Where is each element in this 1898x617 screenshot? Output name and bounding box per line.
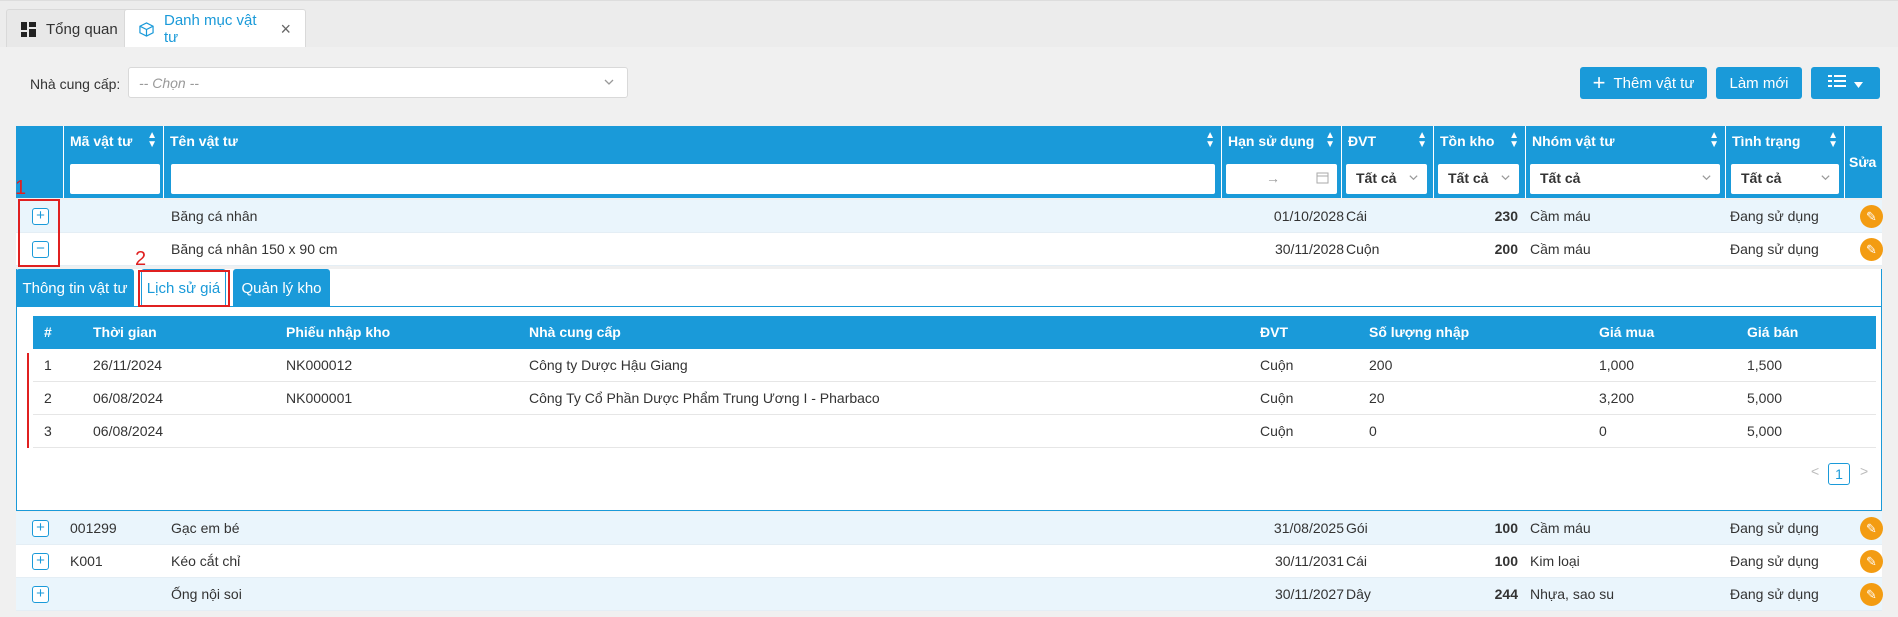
edit-pencil-icon[interactable]: ✎	[1860, 583, 1883, 606]
edit-pencil-icon[interactable]: ✎	[1860, 517, 1883, 540]
material-name: Băng cá nhân 150 x 90 cm	[171, 241, 338, 257]
sort-icon[interactable]: ▲ ▼	[1325, 131, 1335, 150]
price-history-row: 3 06/08/2024 Cuộn 0 0 5,000	[33, 415, 1876, 448]
caret-down-icon	[1854, 75, 1863, 92]
sort-icon[interactable]: ▲ ▼	[1509, 131, 1519, 150]
expand-plus-icon[interactable]: +	[32, 553, 49, 570]
dashboard-icon	[21, 21, 36, 37]
table-row[interactable]: + Ống nội soi 30/11/2027 Dây 244 Nhựa, s…	[16, 578, 1883, 611]
add-material-label: Thêm vật tư	[1613, 74, 1695, 92]
tab-bar: Tổng quan Danh mục vật tư ×	[0, 0, 1898, 48]
chevron-down-icon	[603, 75, 615, 91]
stock-filter-select[interactable]: Tất cả	[1438, 164, 1519, 194]
group-filter-select[interactable]: Tất cả	[1530, 164, 1720, 194]
calendar-icon	[1316, 171, 1329, 187]
edit-pencil-icon[interactable]: ✎	[1860, 238, 1883, 261]
box-icon	[139, 21, 154, 37]
sort-icon[interactable]: ▲ ▼	[1205, 131, 1215, 150]
supplier-select-placeholder: -- Chọn --	[139, 75, 199, 91]
expand-plus-icon[interactable]: +	[32, 520, 49, 537]
price-history-header: # Thời gian Phiếu nhập kho Nhà cung cấp …	[33, 316, 1876, 349]
edit-pencil-icon[interactable]: ✎	[1860, 550, 1883, 573]
table-row[interactable]: − Băng cá nhân 150 x 90 cm 30/11/2028 Cu…	[16, 233, 1883, 266]
tab-warehouse[interactable]: Quản lý kho	[233, 269, 330, 307]
chevron-down-icon	[1500, 170, 1511, 186]
annotation-box-2	[138, 270, 230, 307]
annotation-box-1	[18, 199, 60, 267]
chevron-down-icon	[1820, 170, 1831, 186]
sort-icon[interactable]: ▲ ▼	[147, 131, 157, 150]
status-filter-select[interactable]: Tất cả	[1731, 164, 1839, 194]
name-filter-input[interactable]	[171, 164, 1215, 194]
add-material-button[interactable]: + Thêm vật tư	[1580, 67, 1707, 99]
tab-material-info[interactable]: Thông tin vật tư	[16, 269, 134, 307]
material-name: Ống nội soi	[171, 586, 242, 602]
expiry-date-range-input[interactable]: →	[1226, 164, 1337, 194]
table-row[interactable]: + 001299 Gạc em bé 31/08/2025 Gói 100 Cầ…	[16, 512, 1883, 545]
sort-icon[interactable]: ▲ ▼	[1828, 131, 1838, 150]
pager-current-page[interactable]: 1	[1828, 463, 1850, 485]
table-row[interactable]: + Băng cá nhân 01/10/2028 Cái 230 Cầm má…	[16, 200, 1883, 233]
sort-icon[interactable]: ▲ ▼	[1417, 131, 1427, 150]
tab-overview-label: Tổng quan	[46, 20, 118, 38]
annotation-line	[27, 353, 29, 448]
edit-pencil-icon[interactable]: ✎	[1860, 205, 1883, 228]
expand-plus-icon[interactable]: +	[32, 586, 49, 603]
pager-next-icon[interactable]: >	[1860, 463, 1868, 479]
chevron-down-icon	[1701, 170, 1712, 186]
tab-material-catalog-label: Danh mục vật tư	[164, 12, 257, 46]
column-view-button[interactable]	[1811, 67, 1880, 99]
tab-overview[interactable]: Tổng quan	[6, 9, 133, 48]
price-history-row: 1 26/11/2024 NK000012 Công ty Dược Hậu G…	[33, 349, 1876, 382]
chevron-down-icon	[1408, 170, 1419, 186]
unit-filter-select[interactable]: Tất cả	[1346, 164, 1427, 194]
sort-icon[interactable]: ▲ ▼	[1709, 131, 1719, 150]
material-name: Kéo cắt chỉ	[171, 553, 241, 569]
material-name: Băng cá nhân	[171, 208, 258, 224]
price-history-row: 2 06/08/2024 NK000001 Công Ty Cổ Phần Dư…	[33, 382, 1876, 415]
close-icon[interactable]: ×	[280, 20, 291, 38]
table-row[interactable]: + K001 Kéo cắt chỉ 30/11/2031 Cái 100 Ki…	[16, 545, 1883, 578]
header-edit: Sửa	[1849, 154, 1877, 170]
annotation-label-1: 1	[15, 177, 27, 199]
tab-material-catalog[interactable]: Danh mục vật tư ×	[124, 9, 306, 48]
plus-icon: +	[1592, 70, 1606, 95]
material-name: Gạc em bé	[171, 520, 240, 536]
refresh-button[interactable]: Làm mới	[1716, 67, 1802, 99]
annotation-label-2: 2	[135, 248, 147, 270]
list-view-icon	[1828, 74, 1846, 92]
code-filter-input[interactable]	[70, 164, 160, 194]
supplier-filter-label: Nhà cung cấp:	[30, 76, 121, 92]
refresh-label: Làm mới	[1729, 74, 1789, 92]
pager-prev-icon[interactable]: <	[1811, 463, 1819, 479]
supplier-select[interactable]: -- Chọn --	[128, 67, 628, 98]
